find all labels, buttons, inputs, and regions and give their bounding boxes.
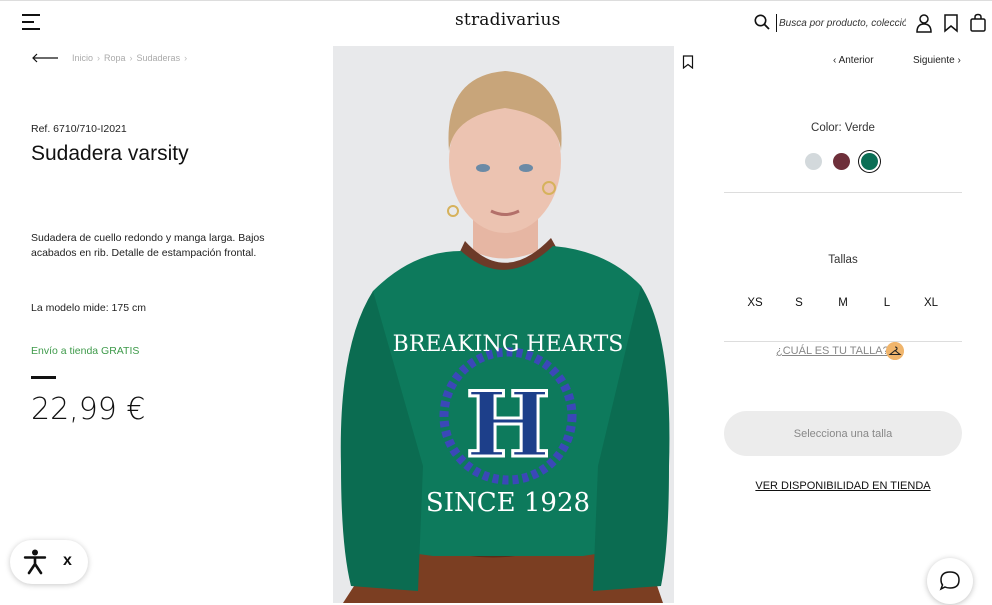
size-option-xl[interactable]: XL bbox=[909, 297, 953, 309]
shipping-info: Envío a tienda GRATIS bbox=[31, 345, 140, 357]
breadcrumb-separator: › bbox=[129, 53, 133, 63]
sizes-label: Tallas bbox=[828, 254, 858, 266]
size-options: XS S M L XL bbox=[733, 297, 953, 309]
product-reference: Ref. 6710/710-I2021 bbox=[31, 123, 127, 135]
previous-label: Anterior bbox=[838, 55, 874, 66]
previous-product-link[interactable]: ‹ Anterior bbox=[833, 55, 874, 66]
color-swatch-grey[interactable] bbox=[805, 153, 822, 170]
shopping-bag-icon[interactable] bbox=[969, 13, 987, 33]
breadcrumb-item-inicio[interactable]: Inicio bbox=[72, 53, 93, 63]
breadcrumb: Inicio › Ropa › Sudaderas › bbox=[72, 53, 187, 63]
save-product-icon[interactable] bbox=[682, 55, 694, 69]
breadcrumb-separator: › bbox=[184, 53, 188, 63]
site-header: stradivarius bbox=[0, 0, 992, 44]
print-bottom-text: SINCE 1928 bbox=[426, 488, 590, 518]
size-option-xs[interactable]: XS bbox=[733, 297, 777, 309]
accessibility-widget: x bbox=[10, 540, 88, 584]
divider bbox=[724, 192, 962, 193]
price-divider bbox=[31, 376, 56, 379]
color-label: Color: Verde bbox=[811, 122, 875, 134]
product-description: Sudadera de cuello redondo y manga larga… bbox=[31, 232, 265, 259]
hamburger-menu-icon[interactable] bbox=[22, 14, 40, 30]
accessibility-close-button[interactable]: x bbox=[63, 552, 72, 570]
breadcrumb-item-sudaderas[interactable]: Sudaderas bbox=[137, 53, 181, 63]
divider bbox=[724, 341, 962, 342]
chat-button[interactable] bbox=[927, 558, 973, 604]
search-input[interactable] bbox=[776, 14, 906, 32]
select-size-button[interactable]: Selecciona una talla bbox=[724, 411, 962, 456]
size-guide-link[interactable]: ¿CUÁL ES TU TALLA? bbox=[776, 345, 889, 357]
print-letter: H bbox=[465, 372, 550, 478]
next-product-link[interactable]: Siguiente › bbox=[913, 55, 961, 66]
breadcrumb-item-ropa[interactable]: Ropa bbox=[104, 53, 126, 63]
breadcrumb-separator: › bbox=[97, 53, 101, 63]
chat-bubble-icon bbox=[939, 571, 960, 591]
stradivarius-logo[interactable]: stradivarius bbox=[455, 10, 561, 30]
search-icon[interactable] bbox=[754, 14, 770, 30]
model-height: La modelo mide: 175 cm bbox=[31, 302, 146, 314]
chevron-right-icon: › bbox=[954, 55, 961, 66]
back-arrow-icon[interactable] bbox=[31, 52, 59, 64]
color-swatch-green[interactable] bbox=[861, 153, 878, 170]
color-swatches bbox=[805, 153, 878, 170]
store-availability-link[interactable]: VER DISPONIBILIDAD EN TIENDA bbox=[724, 480, 962, 492]
accessibility-icon[interactable] bbox=[23, 549, 47, 575]
size-option-m[interactable]: M bbox=[821, 297, 865, 309]
size-option-l[interactable]: L bbox=[865, 297, 909, 309]
color-swatch-burgundy[interactable] bbox=[833, 153, 850, 170]
user-icon[interactable] bbox=[915, 13, 933, 33]
size-option-s[interactable]: S bbox=[777, 297, 821, 309]
hanger-icon[interactable] bbox=[886, 342, 904, 360]
print-top-text: BREAKING HEARTS bbox=[393, 332, 624, 357]
logo-text: stradivarius bbox=[455, 10, 561, 30]
product-title: Sudadera varsity bbox=[31, 142, 189, 165]
next-label: Siguiente bbox=[913, 55, 955, 66]
product-image[interactable]: H BREAKING HEARTS SINCE 1928 bbox=[333, 46, 674, 603]
wishlist-icon[interactable] bbox=[942, 13, 960, 33]
product-price: 22,99 € bbox=[31, 392, 146, 427]
